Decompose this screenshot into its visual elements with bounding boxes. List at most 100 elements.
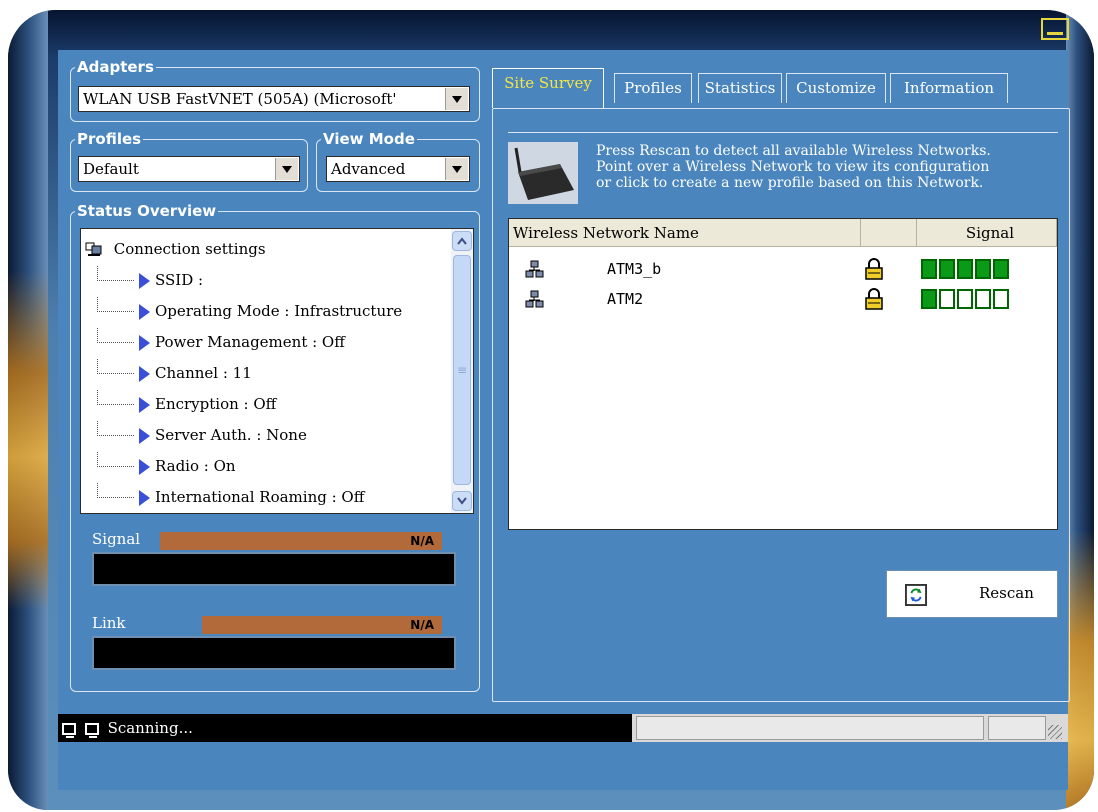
instruction-line: Press Rescan to detect all available Wir…: [596, 143, 991, 159]
tree-item-label: Encryption : Off: [155, 395, 277, 413]
status-segment: [988, 716, 1046, 740]
lock-icon: [865, 288, 883, 310]
chevron-down-icon[interactable]: [445, 158, 468, 180]
tab-profiles[interactable]: Profiles: [614, 73, 692, 103]
site-survey-instructions: Press Rescan to detect all available Wir…: [596, 143, 1056, 191]
size-grip-icon[interactable]: [1048, 725, 1062, 739]
tree-item-label: SSID :: [155, 271, 204, 289]
arrow-right-icon: [139, 335, 150, 351]
profile-select[interactable]: Default: [78, 156, 300, 182]
tree-item-label: International Roaming : Off: [155, 488, 365, 506]
signal-bar: [975, 259, 991, 279]
tree-item: Encryption : Off: [81, 390, 441, 418]
title-bar: [48, 10, 1066, 54]
signal-bar: [939, 289, 955, 309]
refresh-icon: [905, 584, 927, 606]
status-segment: [636, 716, 984, 740]
tree-item: International Roaming : Off: [81, 483, 441, 511]
tree-item-label: Power Management : Off: [155, 333, 345, 351]
signal-bar: [921, 289, 937, 309]
wireless-router-icon: [508, 142, 578, 204]
chevron-up-icon: [457, 237, 467, 245]
arrow-right-icon: [139, 490, 150, 506]
tree-item: Power Management : Off: [81, 328, 441, 356]
lock-icon: [865, 258, 883, 280]
tree-item-label: Operating Mode : Infrastructure: [155, 302, 403, 320]
link-value: N/A: [202, 616, 442, 634]
network-row[interactable]: ATM2: [509, 285, 1057, 313]
signal-label: Signal: [92, 530, 141, 548]
tab-statistics[interactable]: Statistics: [698, 73, 782, 103]
tree-item-label: Radio : On: [155, 457, 236, 475]
monitor-icon: [84, 723, 99, 738]
network-name: ATM2: [607, 290, 644, 308]
scroll-thumb[interactable]: ≡: [453, 255, 471, 485]
column-header-name[interactable]: Wireless Network Name: [509, 219, 861, 247]
network-computer-icon: [85, 242, 102, 256]
signal-bar: [975, 289, 991, 309]
tab-information[interactable]: Information: [890, 73, 1008, 103]
column-header-signal[interactable]: Signal: [917, 219, 1057, 247]
tree-root: Connection settings: [81, 235, 266, 263]
adapter-select-value: WLAN USB FastVNET (505A) (Microsoft': [83, 90, 397, 108]
tree-item: Radio : On: [81, 452, 441, 480]
arrow-right-icon: [139, 459, 150, 475]
scroll-up-button[interactable]: [452, 231, 472, 251]
network-name: ATM3_b: [607, 260, 662, 278]
signal-bar: [957, 289, 973, 309]
signal-bars: [921, 289, 1009, 309]
tree-item-label: Channel : 11: [155, 364, 252, 382]
signal-bar: [957, 259, 973, 279]
tree-scrollbar[interactable]: ≡: [451, 229, 473, 513]
minimize-icon[interactable]: [1041, 18, 1069, 40]
tree-item-label: Server Auth. : None: [155, 426, 307, 444]
adapter-select[interactable]: WLAN USB FastVNET (505A) (Microsoft': [78, 86, 470, 112]
chevron-down-icon[interactable]: [445, 88, 468, 110]
link-meter: [92, 636, 456, 670]
status-bar: Scanning...: [58, 714, 1068, 742]
window-rim-glow-left: [8, 270, 48, 610]
status-message: Scanning...: [58, 714, 632, 742]
view-mode-select-value: Advanced: [331, 160, 406, 178]
view-mode-select[interactable]: Advanced: [326, 156, 470, 182]
status-tree: Connection settings SSID : Operating Mod…: [80, 228, 474, 514]
network-computer-icon: [525, 260, 544, 278]
tree-item: Channel : 11: [81, 359, 441, 387]
chevron-down-icon[interactable]: [275, 158, 298, 180]
arrow-right-icon: [139, 428, 150, 444]
signal-bars: [921, 259, 1009, 279]
scroll-down-button[interactable]: [452, 491, 472, 511]
signal-value: N/A: [160, 532, 442, 550]
link-label: Link: [92, 614, 126, 632]
arrow-right-icon: [139, 304, 150, 320]
tree-item: SSID :: [81, 266, 441, 294]
tab-site-survey[interactable]: Site Survey: [492, 68, 604, 108]
arrow-right-icon: [139, 366, 150, 382]
network-computer-icon: [525, 290, 544, 308]
separator-line: [508, 132, 1058, 133]
profile-select-value: Default: [83, 160, 139, 178]
instruction-line: Point over a Wireless Network to view it…: [596, 159, 990, 175]
signal-meter: [92, 552, 456, 586]
tab-customize[interactable]: Customize: [786, 73, 886, 103]
view-mode-legend: View Mode: [323, 130, 415, 148]
tree-root-label: Connection settings: [113, 240, 266, 258]
instruction-line: or click to create a new profile based o…: [596, 175, 984, 191]
rescan-button[interactable]: Rescan: [886, 570, 1058, 618]
signal-bar: [921, 259, 937, 279]
rescan-label: Rescan: [979, 584, 1034, 602]
status-text: Scanning...: [107, 719, 193, 737]
signal-bar: [993, 259, 1009, 279]
arrow-right-icon: [139, 397, 150, 413]
signal-bar: [993, 289, 1009, 309]
chevron-down-icon: [457, 497, 467, 505]
signal-bar: [939, 259, 955, 279]
tree-item: Operating Mode : Infrastructure: [81, 297, 441, 325]
column-header-security[interactable]: [861, 219, 917, 247]
network-row[interactable]: ATM3_b: [509, 255, 1057, 283]
arrow-right-icon: [139, 273, 150, 289]
network-list: Wireless Network Name Signal ATM3_b ATM2: [508, 218, 1058, 530]
profiles-legend: Profiles: [77, 130, 142, 148]
adapters-legend: Adapters: [77, 58, 154, 76]
monitor-icon: [62, 723, 76, 738]
